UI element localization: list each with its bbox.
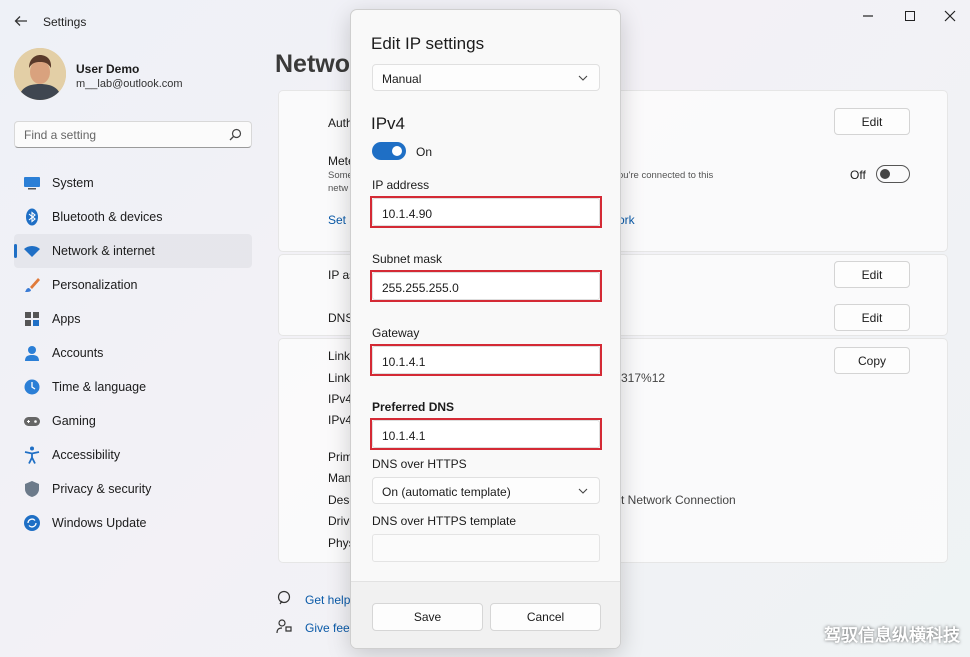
preferred-dns-label: Preferred DNS (372, 400, 455, 414)
primary-suffix-label: Prim (328, 450, 353, 464)
metered-toggle[interactable] (876, 165, 910, 183)
sidebar-item-bluetooth[interactable]: Bluetooth & devices (14, 200, 252, 234)
ip-mode-dropdown[interactable]: Manual (372, 64, 600, 91)
doh-value: On (automatic template) (382, 485, 511, 499)
dialog-footer: Save Cancel (351, 581, 620, 648)
description-value: t Network Connection (621, 493, 736, 507)
user-name: User Demo (76, 62, 140, 76)
ipv4-dns-label: IPv4 (328, 413, 353, 427)
search-placeholder: Find a setting (24, 128, 97, 142)
manufacturer-label: Man (328, 471, 352, 485)
watermark-text: 驾驭信息纵横科技 (824, 626, 960, 645)
sidebar-item-system[interactable]: System (14, 166, 252, 200)
metered-desc-right: ou're connected to this (618, 170, 714, 181)
help-icon (277, 590, 291, 605)
chevron-down-icon (578, 75, 588, 81)
search-input[interactable]: Find a setting (14, 121, 252, 148)
give-feedback-link[interactable]: Give feec (305, 621, 356, 635)
save-button[interactable]: Save (372, 603, 483, 631)
update-icon (23, 514, 41, 532)
ipv4-toggle[interactable] (372, 142, 406, 160)
doh-template-field[interactable] (372, 534, 600, 562)
ip-address-label: IP address (372, 178, 430, 192)
gateway-highlight (370, 344, 602, 376)
system-icon (23, 174, 41, 192)
subnet-mask-label: Subnet mask (372, 252, 443, 266)
sidebar-item-apps[interactable]: Apps (14, 302, 252, 336)
apps-icon (23, 310, 41, 328)
feedback-icon (276, 619, 292, 634)
doh-template-label: DNS over HTTPS template (372, 514, 517, 528)
doh-dropdown[interactable]: On (automatic template) (372, 477, 600, 504)
copy-button[interactable]: Copy (834, 347, 910, 374)
link-local-value: 317%12 (621, 371, 666, 385)
auth-row-label: Auth (328, 116, 353, 130)
edit-auth-button[interactable]: Edit (834, 108, 910, 135)
bluetooth-icon (23, 208, 41, 226)
user-email: m__lab@outlook.com (76, 78, 183, 90)
ip-address-highlight (370, 196, 602, 228)
wifi-icon (23, 242, 41, 260)
sidebar-item-time-language[interactable]: Time & language (14, 370, 252, 404)
dialog-title: Edit IP settings (371, 34, 485, 53)
gateway-label: Gateway (372, 326, 420, 340)
ip-mode-value: Manual (382, 72, 422, 86)
preferred-dns-highlight (370, 418, 602, 450)
edit-ip-button[interactable]: Edit (834, 261, 910, 288)
app-title: Settings (43, 15, 87, 29)
ipv4-address-label: IPv4 (328, 392, 353, 406)
sidebar-item-privacy[interactable]: Privacy & security (14, 472, 252, 506)
sidebar-nav: System Bluetooth & devices Network & int… (14, 166, 252, 540)
shield-icon (23, 480, 41, 498)
clock-globe-icon (23, 378, 41, 396)
minimize-icon[interactable] (848, 4, 888, 28)
ipv4-toggle-label: On (416, 145, 433, 159)
sidebar-item-personalization[interactable]: Personalization (14, 268, 252, 302)
cancel-button[interactable]: Cancel (490, 603, 601, 631)
sidebar-item-accessibility[interactable]: Accessibility (14, 438, 252, 472)
metered-desc-line2: netw (328, 183, 349, 194)
sidebar-item-gaming[interactable]: Gaming (14, 404, 252, 438)
link-speed-label: Link (328, 349, 351, 363)
back-arrow-icon (14, 16, 27, 26)
brush-icon (23, 276, 41, 294)
accessibility-icon (23, 446, 41, 464)
get-help-link[interactable]: Get help (305, 593, 350, 607)
sidebar-item-network[interactable]: Network & internet (14, 234, 252, 268)
back-button[interactable] (8, 8, 34, 34)
ipv4-section-title: IPv4 (371, 114, 406, 133)
edit-ip-dialog: Edit IP settings Manual IPv4 On IP addre… (350, 9, 621, 649)
search-icon (229, 128, 242, 141)
close-icon[interactable] (930, 4, 970, 28)
accounts-icon (23, 344, 41, 362)
metered-toggle-label: Off (850, 168, 866, 182)
sidebar-item-windows-update[interactable]: Windows Update (14, 506, 252, 540)
chevron-down-icon (578, 488, 588, 494)
doh-label: DNS over HTTPS (372, 457, 467, 471)
sidebar-item-accounts[interactable]: Accounts (14, 336, 252, 370)
gamepad-icon (23, 412, 41, 430)
avatar[interactable] (14, 48, 66, 100)
subnet-mask-highlight (370, 270, 602, 302)
page-heading: Networ (275, 50, 360, 78)
edit-dns-button[interactable]: Edit (834, 304, 910, 331)
maximize-icon[interactable] (890, 4, 930, 28)
